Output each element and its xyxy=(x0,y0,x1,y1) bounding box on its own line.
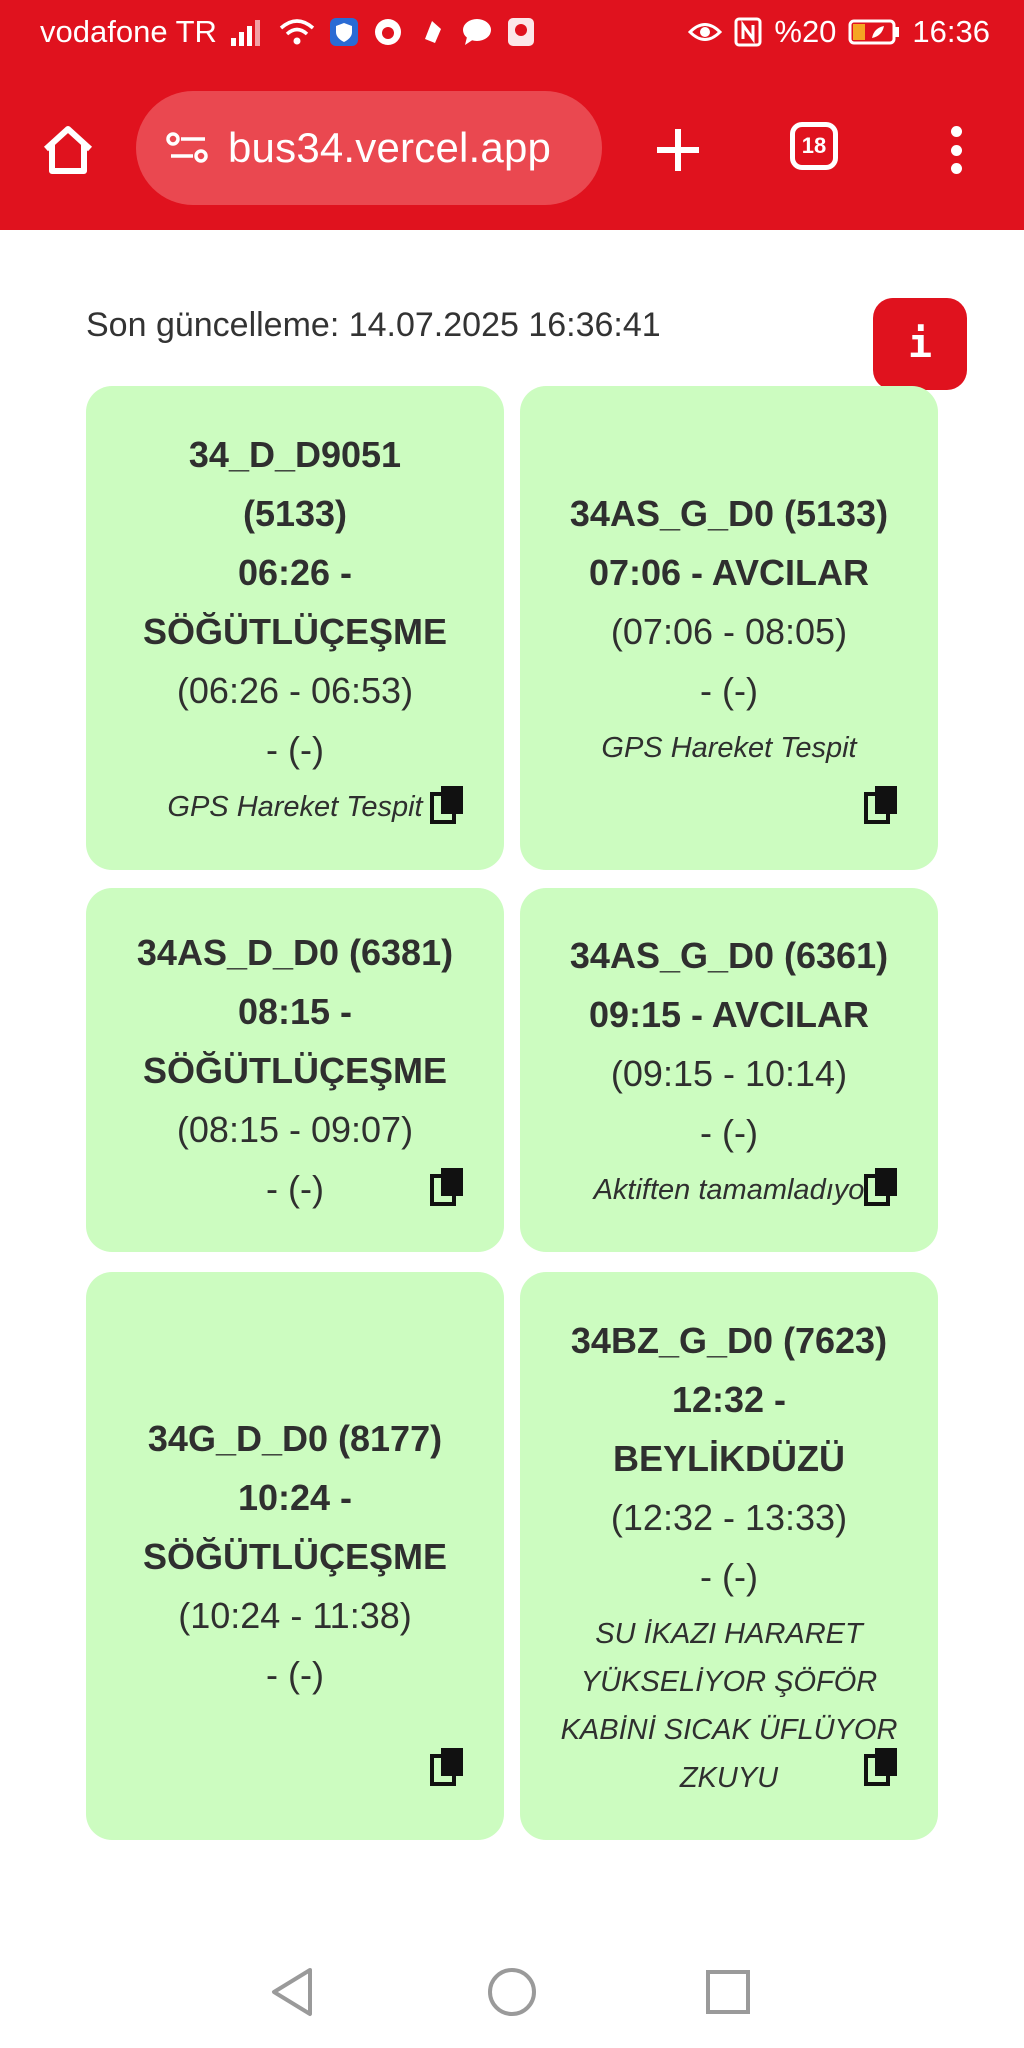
card-time-range: (08:15 - 09:07) xyxy=(176,1108,414,1150)
message-icon xyxy=(461,17,493,47)
card-title-line: (5133) xyxy=(242,493,348,534)
info-button[interactable]: i xyxy=(873,298,967,390)
copy-icon[interactable] xyxy=(864,784,900,824)
carrier-name: vodafone TR xyxy=(40,14,217,49)
bus-card[interactable]: 34AS_G_D0 (5133) 07:06 - AVCILAR (07:06 - … xyxy=(520,386,938,870)
eye-icon xyxy=(688,19,723,45)
card-title-line: 34_D_D9051 xyxy=(188,434,402,475)
card-note: Aktiften tamamladıyo xyxy=(594,1166,865,1214)
card-time-range: (10:24 - 11:38) xyxy=(178,1594,412,1636)
battery-percent: %20 xyxy=(774,14,837,49)
card-note-line: ZKUYU xyxy=(679,1761,779,1794)
recents-square-icon xyxy=(706,1970,750,2014)
bus-card[interactable]: 34AS_D_D0 (6381) 08:15 - SÖĞÜTLÜÇEŞME (08:1… xyxy=(86,888,504,1252)
back-button[interactable] xyxy=(262,1962,322,2022)
status-bar: vodafone TR %20 16:36 xyxy=(0,0,1024,72)
vodafone-icon xyxy=(373,17,403,47)
clock: 16:36 xyxy=(912,14,990,49)
bus-card[interactable]: 34AS_G_D0 (6361) 09:15 - AVCILAR (09:15 - … xyxy=(520,888,938,1252)
card-title-line: 34AS_D_D0 (6381) xyxy=(136,931,454,973)
home-icon xyxy=(43,126,93,174)
android-nav-bar xyxy=(0,1940,1024,2048)
card-note: SU İKAZI HARARET YÜKSELİYOR ŞÖFÖR KABİNİ S… xyxy=(561,1610,898,1802)
wifi-icon xyxy=(279,18,315,46)
site-settings-icon[interactable] xyxy=(158,130,218,166)
bus-card[interactable]: 34_D_D9051 (5133) 06:26 - SÖĞÜTLÜÇEŞME (06:2… xyxy=(86,386,504,870)
home-button[interactable] xyxy=(36,118,100,182)
card-title-line: SÖĞÜTLÜÇEŞME xyxy=(142,1535,447,1577)
card-title-line: 12:32 - xyxy=(671,1378,787,1420)
card-note-line: SU İKAZI HARARET xyxy=(595,1617,863,1650)
card-title-line: 09:15 - AVCILAR xyxy=(588,994,870,1035)
tab-switcher-button[interactable]: 18 xyxy=(790,122,838,170)
card-note-line: GPS Hareket Tespit xyxy=(601,732,857,764)
card-note: GPS Hareket Tespit xyxy=(601,724,856,772)
card-time-range: (07:06 - 08:05) xyxy=(610,611,848,652)
notification-app-icon xyxy=(507,17,535,47)
status-right: %20 16:36 xyxy=(688,14,990,50)
status-left: vodafone TR xyxy=(40,14,535,50)
last-update-text: Son güncelleme: 14.07.2025 16:36:41 xyxy=(86,306,661,344)
card-extra-info: - (-) xyxy=(266,1167,324,1209)
menu-dot-icon xyxy=(950,144,962,156)
home-nav-button[interactable] xyxy=(482,1962,542,2022)
nfc-icon xyxy=(734,17,762,47)
card-time-range: (06:26 - 06:53) xyxy=(176,670,414,711)
card-title-line: SÖĞÜTLÜÇEŞME xyxy=(142,1049,447,1091)
new-tab-button[interactable] xyxy=(646,118,710,182)
browser-toolbar: bus34.vercel.app 18 xyxy=(0,88,1024,208)
copy-icon[interactable] xyxy=(430,1746,466,1786)
card-time-range: (12:32 - 13:33) xyxy=(610,1496,848,1538)
card-extra-info: - (-) xyxy=(266,729,324,770)
card-title-line: 34AS_G_D0 (6361) xyxy=(569,935,889,976)
plus-icon xyxy=(657,129,699,171)
tab-count: 18 xyxy=(801,133,827,158)
card-title-line: 34G_D_D0 (8177) xyxy=(147,1417,443,1459)
card-time-range: (09:15 - 10:14) xyxy=(610,1053,848,1094)
bus-card[interactable]: 34BZ_G_D0 (7623) 12:32 - BEYLİKDÜZÜ (12:32 … xyxy=(520,1272,938,1840)
card-extra-info: - (-) xyxy=(700,1112,758,1153)
shield-icon xyxy=(329,17,359,47)
card-title-line: 07:06 - AVCILAR xyxy=(588,552,870,593)
more-menu-button[interactable] xyxy=(940,118,972,182)
card-title-line: BEYLİKDÜZÜ xyxy=(613,1437,845,1479)
card-extra-info: - (-) xyxy=(700,1555,758,1597)
back-triangle-icon xyxy=(272,1968,312,2016)
copy-icon[interactable] xyxy=(864,1746,900,1786)
card-title-line: SÖĞÜTLÜÇEŞME xyxy=(142,611,447,652)
url-text: bus34.vercel.app xyxy=(228,124,552,171)
card-title-line: 10:24 - xyxy=(237,1476,353,1518)
copy-icon[interactable] xyxy=(430,784,466,824)
signal-icon xyxy=(230,18,265,46)
address-bar[interactable]: bus34.vercel.app xyxy=(136,91,602,205)
home-circle-icon xyxy=(488,1968,536,2016)
card-note-line: Aktiften tamamladıyo xyxy=(593,1174,865,1206)
menu-dot-icon xyxy=(950,163,962,174)
card-title-line: 34AS_G_D0 (5133) xyxy=(569,493,889,534)
copy-icon[interactable] xyxy=(430,1166,466,1206)
card-title-line: 06:26 - xyxy=(237,552,353,593)
card-note: GPS Hareket Tespit xyxy=(167,783,422,831)
card-extra-info: - (-) xyxy=(700,670,758,711)
bus-card[interactable]: 34G_D_D0 (8177) 10:24 - SÖĞÜTLÜÇEŞME (10:24… xyxy=(86,1272,504,1840)
card-title-line: 08:15 - xyxy=(237,990,353,1032)
card-title-line: 34BZ_G_D0 (7623) xyxy=(570,1319,888,1361)
battery-icon xyxy=(848,18,900,46)
card-note-line: YÜKSELİYOR ŞÖFÖR xyxy=(580,1665,878,1698)
recents-button[interactable] xyxy=(698,1962,758,2022)
copy-icon[interactable] xyxy=(864,1166,900,1206)
info-icon: i xyxy=(907,321,933,367)
card-note-line: GPS Hareket Tespit xyxy=(167,791,423,823)
menu-dot-icon xyxy=(950,126,962,137)
card-note-line: KABİNİ SICAK ÜFLÜYOR xyxy=(560,1713,898,1746)
card-extra-info: - (-) xyxy=(266,1653,324,1695)
app-icon xyxy=(417,17,447,47)
